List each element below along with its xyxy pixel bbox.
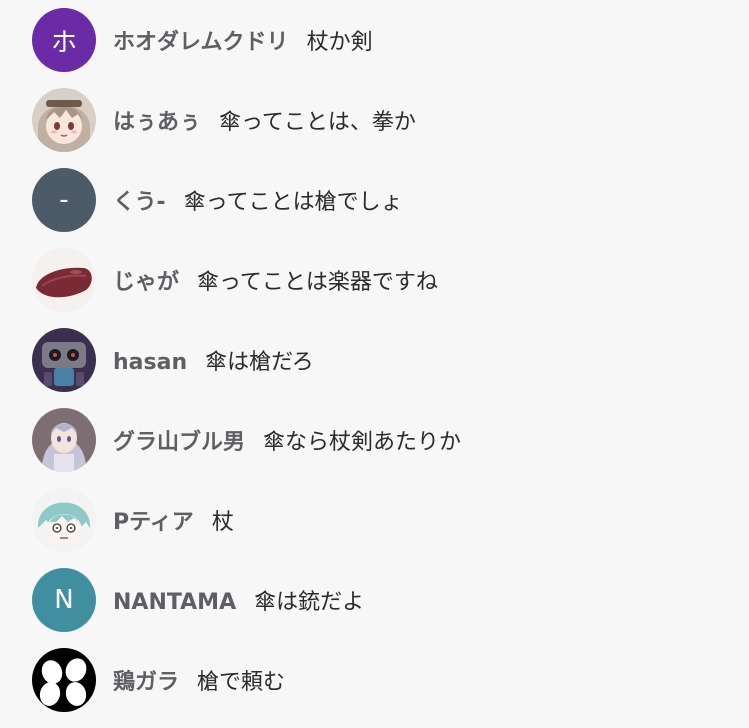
user-name[interactable]: Pティア: [113, 504, 194, 536]
comment-text: 傘ってことは楽器ですね: [197, 270, 438, 295]
user-name[interactable]: NANTAMA: [113, 590, 236, 615]
comment-text: 槍で頼む: [197, 670, 286, 695]
comment-text: 傘なら杖剣あたりか: [263, 430, 462, 455]
comment-list: ホ ホオダレムクドリ 杖か剣 はぅあぅ 傘ってことは、拳か - くう- 傘ってこ…: [0, 0, 749, 728]
avatar[interactable]: [32, 248, 96, 312]
avatar[interactable]: [32, 328, 96, 392]
list-item[interactable]: じゃが 傘ってことは楽器ですね: [0, 240, 749, 320]
comment-text: 杖: [211, 510, 234, 535]
list-item[interactable]: Pティア 杖: [0, 480, 749, 560]
user-name[interactable]: はぅあぅ: [113, 104, 201, 136]
comment-text: 傘は銃だよ: [254, 590, 365, 615]
eggs-icon: [32, 648, 96, 712]
anime-girl-icon: [32, 88, 96, 152]
user-name[interactable]: ホオダレムクドリ: [113, 24, 289, 56]
avatar-initial: N: [54, 585, 74, 615]
user-name[interactable]: くう-: [113, 184, 166, 216]
avatar[interactable]: [32, 88, 96, 152]
list-item[interactable]: 鶏ガラ 槍で頼む: [0, 640, 749, 720]
avatar[interactable]: [32, 648, 96, 712]
avatar[interactable]: -: [32, 168, 96, 232]
user-name[interactable]: グラ山ブル男: [113, 424, 245, 456]
user-name[interactable]: じゃが: [113, 264, 179, 296]
list-item[interactable]: N NANTAMA 傘は銃だよ: [0, 560, 749, 640]
list-item[interactable]: hasan 傘は槍だろ: [0, 320, 749, 400]
comment-text: 傘は槍だろ: [205, 350, 314, 375]
avatar[interactable]: ホ: [32, 8, 96, 72]
teal-hair-character-icon: [32, 488, 96, 552]
avatar[interactable]: [32, 488, 96, 552]
list-item[interactable]: ホ ホオダレムクドリ 杖か剣: [0, 0, 749, 80]
avatar-initial: -: [59, 185, 69, 215]
robot-character-icon: [32, 328, 96, 392]
comment-text: 傘ってことは槍でしょ: [183, 190, 403, 215]
list-item[interactable]: はぅあぅ 傘ってことは、拳か: [0, 80, 749, 160]
avatar[interactable]: N: [32, 568, 96, 632]
sweet-potato-icon: [32, 248, 96, 312]
list-item[interactable]: グラ山ブル男 傘なら杖剣あたりか: [0, 400, 749, 480]
comment-text: 傘ってことは、拳か: [219, 110, 416, 135]
avatar-initial: ホ: [50, 27, 77, 58]
comment-text: 杖か剣: [306, 30, 373, 55]
user-name[interactable]: hasan: [113, 350, 187, 375]
list-item[interactable]: - くう- 傘ってことは槍でしょ: [0, 160, 749, 240]
avatar[interactable]: [32, 408, 96, 472]
user-name[interactable]: 鶏ガラ: [113, 664, 179, 696]
silver-hair-girl-icon: [32, 408, 96, 472]
